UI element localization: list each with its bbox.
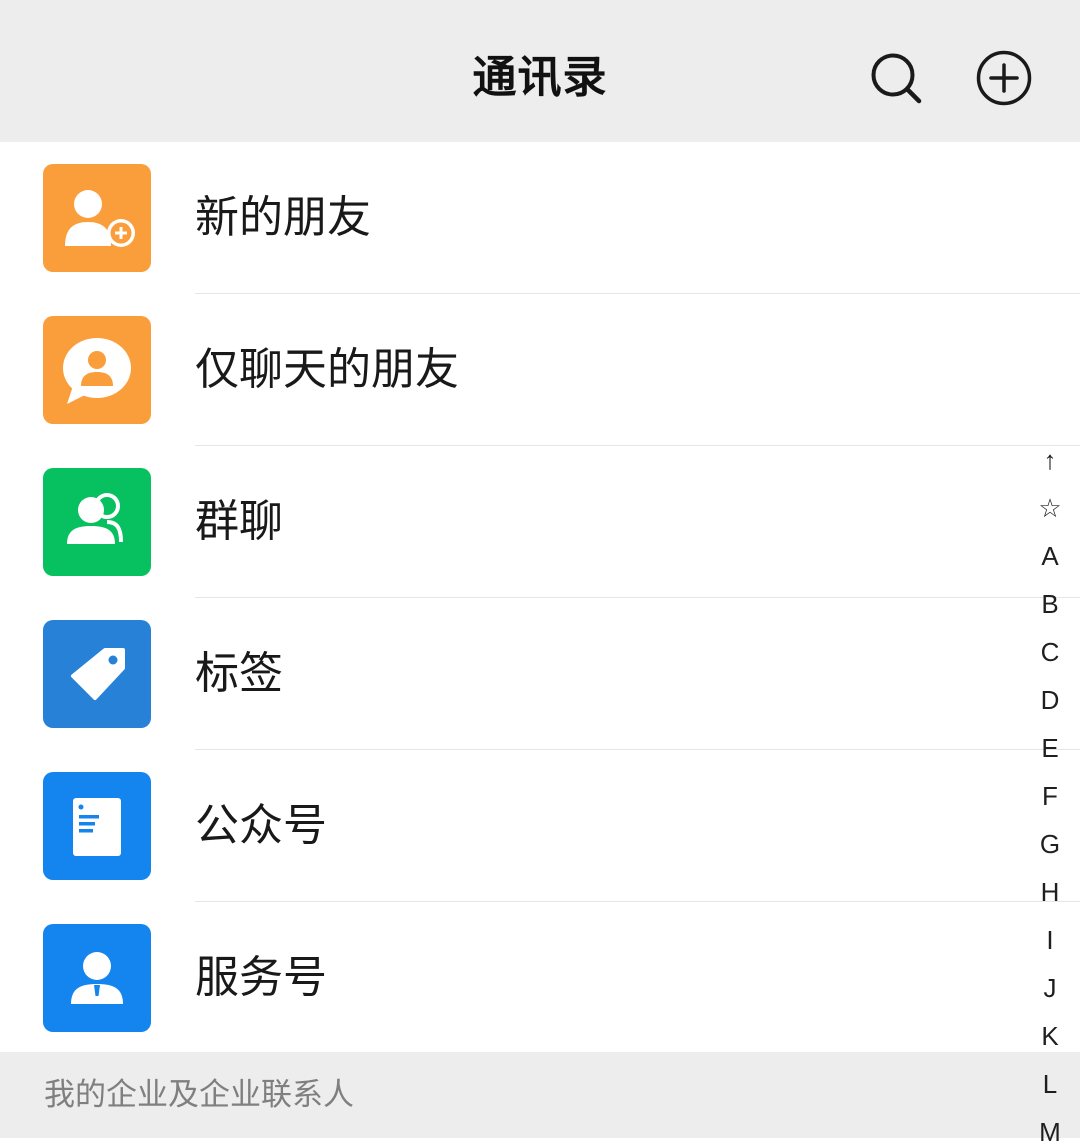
tag-icon [43, 620, 151, 728]
menu-item-official-accounts[interactable]: 公众号 [0, 750, 1080, 902]
alphabet-index-bar[interactable]: ↑ ☆ A B C D E F G H I J K L M [1026, 436, 1074, 1142]
index-item-l[interactable]: L [1026, 1060, 1074, 1108]
menu-item-new-friends[interactable]: 新的朋友 [0, 142, 1080, 294]
index-item-a[interactable]: A [1026, 532, 1074, 580]
index-item-star[interactable]: ☆ [1026, 484, 1074, 532]
menu-item-label: 仅聊天的朋友 [195, 344, 459, 395]
chat-only-friend-icon [43, 316, 151, 424]
index-item-d[interactable]: D [1026, 676, 1074, 724]
index-item-i[interactable]: I [1026, 916, 1074, 964]
navigation-bar: 通讯录 [0, 0, 1080, 142]
index-item-f[interactable]: F [1026, 772, 1074, 820]
index-item-e[interactable]: E [1026, 724, 1074, 772]
contacts-menu-list: 新的朋友 仅聊天的朋友 群聊 标签 公众号 服务号 [0, 142, 1080, 1054]
menu-item-group-chats[interactable]: 群聊 [0, 446, 1080, 598]
menu-item-label: 标签 [195, 648, 283, 699]
add-friend-icon [43, 164, 151, 272]
menu-item-label: 公众号 [195, 800, 327, 851]
group-chat-icon [43, 468, 151, 576]
menu-item-label: 服务号 [195, 952, 327, 1003]
service-account-icon [43, 924, 151, 1032]
index-item-m[interactable]: M [1026, 1108, 1074, 1142]
section-title: 我的企业及企业联系人 [44, 1077, 354, 1113]
menu-item-label: 新的朋友 [195, 192, 371, 243]
index-item-c[interactable]: C [1026, 628, 1074, 676]
index-item-g[interactable]: G [1026, 820, 1074, 868]
contacts-screen: 通讯录 新的朋友 仅聊天的朋友 群聊 标签 公众号 服务号 我的企业及企业联系人… [0, 0, 1080, 1142]
index-item-j[interactable]: J [1026, 964, 1074, 1012]
menu-item-service-accounts[interactable]: 服务号 [0, 902, 1080, 1054]
menu-item-tags[interactable]: 标签 [0, 598, 1080, 750]
index-item-h[interactable]: H [1026, 868, 1074, 916]
search-icon [871, 53, 922, 104]
index-item-top[interactable]: ↑ [1026, 436, 1074, 484]
menu-item-chat-only-friends[interactable]: 仅聊天的朋友 [0, 294, 1080, 446]
add-button[interactable] [976, 50, 1032, 106]
list-bottom [0, 1138, 1080, 1142]
index-item-b[interactable]: B [1026, 580, 1074, 628]
search-button[interactable] [868, 50, 924, 106]
section-header-enterprise: 我的企业及企业联系人 [0, 1052, 1080, 1138]
official-account-icon [43, 772, 151, 880]
index-item-k[interactable]: K [1026, 1012, 1074, 1060]
plus-circle-icon [976, 50, 1032, 106]
menu-item-label: 群聊 [195, 496, 283, 547]
